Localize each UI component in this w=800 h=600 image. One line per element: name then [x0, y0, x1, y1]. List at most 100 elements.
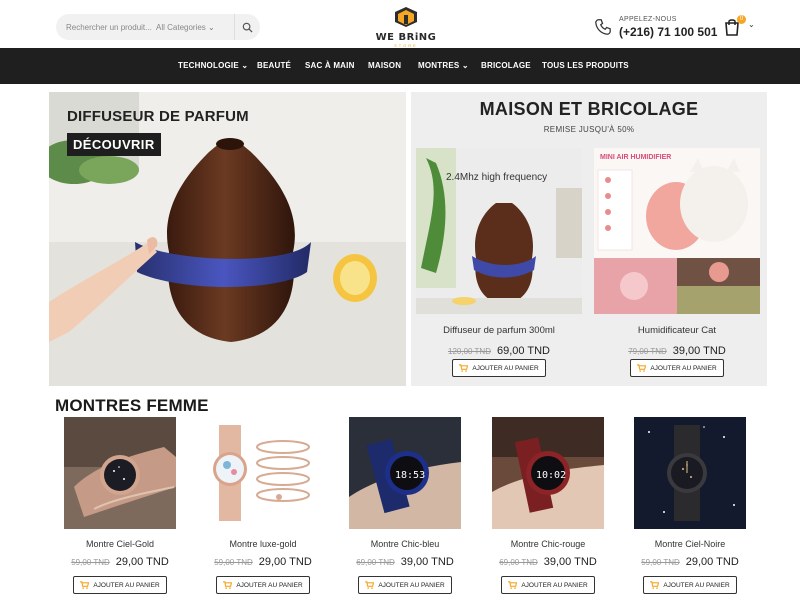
banner-title: MAISON ET BRICOLAGE — [479, 99, 699, 119]
add-to-cart-button[interactable]: AJOUTER AU PANIER — [643, 576, 737, 594]
product-name[interactable]: Montre Ciel-Gold — [63, 539, 177, 549]
current-price: 39,00 TND — [400, 556, 454, 568]
chevron-down-icon: ⌄ — [208, 22, 215, 32]
nav-label-montres: MONTRES — [418, 61, 460, 70]
product-price: 69,00 TND 39,00 TND — [348, 552, 462, 570]
site-logo[interactable]: WE BRiNG STORE — [374, 6, 438, 48]
old-price: 69,00 TND — [499, 558, 538, 567]
chevron-down-icon[interactable]: ⌄ — [748, 20, 755, 29]
product-card: Montre luxe-gold 59,00 TND 29,00 TND AJOU… — [206, 417, 320, 594]
nav-item-tous-les-produits[interactable]: TOUS LES PRODUITS — [542, 61, 629, 70]
watch-image: 18:53 — [349, 417, 461, 529]
product-name[interactable]: Montre Ciel-Noire — [633, 539, 747, 549]
product-image[interactable]: 2.4Mhz high frequency — [416, 148, 582, 314]
nav-item-beaute[interactable]: BEAUTÉ — [257, 61, 291, 70]
search-bar[interactable]: Rechercher un produit... All Categories … — [56, 14, 260, 40]
product-name[interactable]: Humidificateur Cat — [594, 325, 760, 336]
watch-image — [64, 417, 176, 529]
product-image[interactable] — [634, 417, 746, 529]
product-image[interactable] — [207, 417, 319, 529]
add-to-cart-label: AJOUTER AU PANIER — [521, 581, 588, 589]
chevron-down-icon: ⌄ — [241, 61, 249, 70]
add-to-cart-button[interactable]: AJOUTER AU PANIER — [501, 576, 595, 594]
discover-button[interactable]: DÉCOUVRIR — [67, 133, 161, 156]
main-nav: TECHNOLOGIE ⌄ BEAUTÉ SAC À MAIN MAISON M… — [0, 48, 800, 84]
old-price: 120,00 TND — [448, 347, 491, 356]
cart-icon — [365, 581, 375, 589]
svg-text:18:53: 18:53 — [395, 470, 425, 481]
add-to-cart-button[interactable]: AJOUTER AU PANIER — [452, 359, 546, 377]
old-price: 59,00 TND — [214, 558, 253, 567]
nav-item-maison[interactable]: MAISON — [368, 61, 401, 70]
product-image[interactable]: 10:02 — [492, 417, 604, 529]
category-select[interactable]: All Categories ⌄ — [156, 23, 234, 32]
banner-maison-bricolage: MAISON ET BRICOLAGE REMISE JUSQU'À 50% 2… — [411, 92, 767, 386]
cart-icon — [459, 364, 469, 372]
site-header: Rechercher un produit... All Categories … — [0, 0, 800, 48]
banner-subtitle: REMISE JUSQU'À 50% — [543, 125, 635, 134]
current-price: 69,00 TND — [497, 345, 550, 357]
nav-label-maison: MAISON — [368, 61, 402, 70]
product-price: 59,00 TND 29,00 TND — [633, 552, 747, 570]
svg-text:10:02: 10:02 — [536, 470, 566, 481]
product-card: Montre Ciel-Gold 59,00 TND 29,00 TND AJOU… — [63, 417, 177, 594]
phone-icon — [595, 19, 611, 35]
add-to-cart-button[interactable]: AJOUTER AU PANIER — [216, 576, 310, 594]
product-name[interactable]: Montre Chic-bleu — [348, 539, 462, 549]
product-name[interactable]: Diffuseur de parfum 300ml — [416, 325, 582, 336]
search-input[interactable]: Rechercher un produit... — [56, 23, 156, 32]
chevron-down-icon: ⌄ — [461, 61, 469, 70]
nav-item-technologie[interactable]: TECHNOLOGIE ⌄ — [178, 61, 248, 70]
add-to-cart-wrap: AJOUTER AU PANIER — [594, 359, 760, 377]
nav-item-sac-a-main[interactable]: SAC À MAIN — [305, 61, 355, 70]
current-price: 39,00 TND — [672, 345, 726, 357]
add-to-cart-wrap: AJOUTER AU PANIER — [348, 576, 462, 594]
product-price: 79,00 TND 39,00 TND — [594, 341, 760, 359]
nav-item-montres[interactable]: MONTRES ⌄ — [418, 61, 469, 70]
old-price: 59,00 TND — [641, 558, 680, 567]
product-card: 18:53 Montre Chic-bleu 69,00 TND 39,00 TN… — [348, 417, 462, 594]
add-to-cart-button[interactable]: AJOUTER AU PANIER — [630, 359, 724, 377]
current-price: 29,00 TND — [258, 556, 312, 568]
product-image-caption: 2.4Mhz high frequency — [446, 172, 548, 183]
current-price: 39,00 TND — [543, 556, 597, 568]
product-name[interactable]: Montre Chic-rouge — [491, 539, 605, 549]
add-to-cart-wrap: AJOUTER AU PANIER — [206, 576, 320, 594]
cart-icon — [223, 581, 233, 589]
old-price: 59,00 TND — [71, 558, 110, 567]
watch-image: 10:02 — [492, 417, 604, 529]
product-card: Montre Ciel-Noire 59,00 TND 29,00 TND AJO… — [633, 417, 747, 594]
product-price: 59,00 TND 29,00 TND — [63, 552, 177, 570]
product-image[interactable] — [64, 417, 176, 529]
product-name[interactable]: Montre luxe-gold — [206, 539, 320, 549]
search-button[interactable] — [234, 14, 260, 40]
nav-label-sac-a-main: SAC À MAIN — [305, 61, 355, 70]
nav-item-bricolage[interactable]: BRICOLAGE — [481, 61, 531, 70]
add-to-cart-label: AJOUTER AU PANIER — [93, 581, 160, 589]
add-to-cart-wrap: AJOUTER AU PANIER — [491, 576, 605, 594]
old-price: 79,00 TND — [628, 347, 667, 356]
product-card: 10:02 Montre Chic-rouge 69,00 TND 39,00 T… — [491, 417, 605, 594]
phone-number[interactable]: (+216) 71 100 501 — [619, 25, 717, 39]
add-to-cart-button[interactable]: AJOUTER AU PANIER — [358, 576, 452, 594]
nav-label-bricolage: BRICOLAGE — [481, 61, 531, 70]
add-to-cart-wrap: AJOUTER AU PANIER — [416, 359, 582, 377]
nav-label-tous-les-produits: TOUS LES PRODUITS — [542, 61, 629, 70]
cart-icon — [80, 581, 90, 589]
logo-emblem-icon — [395, 7, 417, 27]
add-to-cart-label: AJOUTER AU PANIER — [650, 364, 717, 372]
section-title: MONTRES FEMME — [55, 396, 209, 415]
search-icon — [242, 22, 253, 33]
watch-image — [634, 417, 746, 529]
phone-label: APPELEZ-NOUS — [619, 16, 677, 23]
banner-title: DIFFUSEUR DE PARFUM — [67, 108, 249, 125]
cart-icon — [650, 581, 660, 589]
add-to-cart-button[interactable]: AJOUTER AU PANIER — [73, 576, 167, 594]
cart-icon — [508, 581, 518, 589]
cart-count-badge: 0 — [737, 15, 746, 24]
nav-label-technologie: TECHNOLOGIE — [178, 61, 239, 70]
product-image[interactable]: MINI AIR HUMIDIFIER — [594, 148, 760, 314]
product-image-caption: MINI AIR HUMIDIFIER — [600, 154, 672, 161]
product-image[interactable]: 18:53 — [349, 417, 461, 529]
banner-diffuseur[interactable]: DIFFUSEUR DE PARFUM DÉCOUVRIR — [49, 92, 406, 386]
